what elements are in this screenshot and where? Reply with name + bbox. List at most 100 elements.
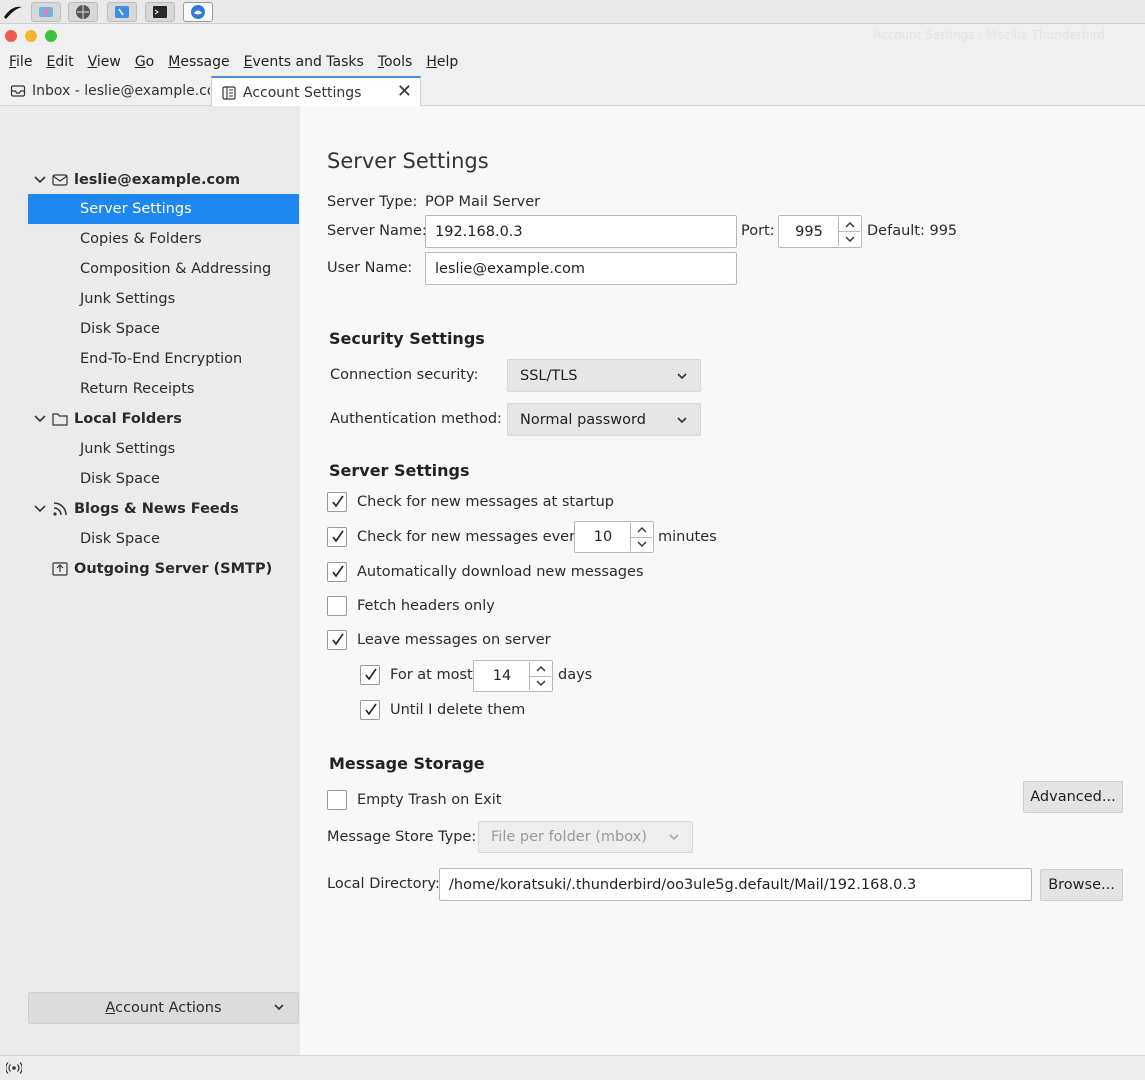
- close-window-button[interactable]: [5, 30, 17, 42]
- chevron-down-icon[interactable]: [631, 538, 652, 552]
- server-type-value: POP Mail Server: [425, 194, 541, 210]
- auth-method-select[interactable]: Normal password: [507, 403, 701, 436]
- close-tab-icon[interactable]: ✕: [397, 83, 412, 101]
- tree-item-label: Junk Settings: [80, 441, 176, 457]
- taskbar-app-files[interactable]: [107, 2, 137, 22]
- port-label: Port:: [741, 223, 775, 239]
- tree-item-return-receipts[interactable]: Return Receipts: [28, 374, 299, 404]
- until-delete-checkbox[interactable]: [360, 700, 380, 720]
- menu-view[interactable]: View: [81, 54, 128, 70]
- menu-events-and-tasks[interactable]: Events and Tasks: [237, 54, 371, 70]
- menu-go[interactable]: Go: [128, 54, 161, 70]
- tree-item-server-settings[interactable]: Server Settings: [28, 194, 299, 224]
- check-every-label: Check for new messages every: [357, 529, 584, 545]
- chevron-down-icon[interactable]: [32, 172, 48, 188]
- user-name-label: User Name:: [327, 260, 413, 276]
- globe-icon: [76, 5, 90, 19]
- tree-item-disk-space[interactable]: Disk Space: [28, 314, 299, 344]
- settings-page-icon: [222, 85, 236, 100]
- tree-item-composition[interactable]: Composition & Addressing: [28, 254, 299, 284]
- tree-item-local-disk-space[interactable]: Disk Space: [28, 464, 299, 494]
- server-type-label: Server Type:: [327, 194, 418, 210]
- tree-item-label: Server Settings: [80, 201, 192, 217]
- chevron-up-icon[interactable]: [530, 662, 551, 677]
- chevron-down-icon[interactable]: [32, 501, 48, 517]
- for-at-most-checkbox[interactable]: [360, 665, 380, 685]
- server-name-input[interactable]: 192.168.0.3: [425, 215, 737, 248]
- chevron-up-icon[interactable]: [839, 217, 860, 232]
- checkmark-icon: [332, 633, 344, 646]
- thunderbird-icon: [191, 5, 205, 19]
- maximize-window-button[interactable]: [45, 30, 57, 42]
- chevron-down-icon[interactable]: [839, 232, 860, 246]
- tree-item-local-junk[interactable]: Junk Settings: [28, 434, 299, 464]
- check-startup-label: Check for new messages at startup: [357, 494, 615, 510]
- taskbar-app-terminal[interactable]: [145, 2, 175, 22]
- checkmark-icon: [332, 495, 344, 508]
- store-type-select: File per folder (mbox): [478, 821, 693, 853]
- empty-trash-checkbox[interactable]: [327, 790, 347, 810]
- page-title: Server Settings: [327, 149, 489, 173]
- fetch-headers-label: Fetch headers only: [357, 598, 495, 614]
- chevron-up-icon[interactable]: [631, 523, 652, 538]
- tab-account-settings[interactable]: Account Settings ✕: [211, 76, 421, 107]
- leave-on-server-checkbox[interactable]: [327, 630, 347, 650]
- fetch-headers-checkbox[interactable]: [327, 596, 347, 616]
- for-at-most-label: For at most: [390, 667, 473, 683]
- port-stepper[interactable]: 995: [778, 215, 862, 248]
- taskbar-app-thunderbird[interactable]: [183, 2, 213, 22]
- tree-account-leslie[interactable]: leslie@example.com: [28, 165, 299, 195]
- tree-feeds[interactable]: Blogs & News Feeds: [28, 494, 299, 524]
- menu-file[interactable]: File: [2, 54, 39, 70]
- tree-local-folders[interactable]: Local Folders: [28, 404, 299, 434]
- account-actions-label: Account Actions: [105, 1000, 222, 1016]
- tree-item-e2e-encryption[interactable]: End-To-End Encryption: [28, 344, 299, 374]
- minimize-window-button[interactable]: [25, 30, 37, 42]
- menu-message[interactable]: Message: [161, 54, 236, 70]
- tree-item-junk-settings[interactable]: Junk Settings: [28, 284, 299, 314]
- auto-download-checkbox[interactable]: [327, 562, 347, 582]
- online-status-icon[interactable]: [6, 1061, 22, 1075]
- connection-security-select[interactable]: SSL/TLS: [507, 359, 701, 392]
- launcher-icon[interactable]: [2, 3, 24, 21]
- taskbar-app-1[interactable]: [31, 2, 61, 22]
- checkmark-icon: [365, 703, 377, 716]
- tree-item-feeds-disk-space[interactable]: Disk Space: [28, 524, 299, 554]
- tab-inbox[interactable]: Inbox - leslie@example.com: [0, 76, 210, 106]
- tree-feeds-label: Blogs & News Feeds: [74, 501, 239, 517]
- check-interval-stepper[interactable]: 10: [574, 521, 654, 553]
- chevron-down-icon[interactable]: [530, 677, 551, 691]
- tree-outgoing-server[interactable]: Outgoing Server (SMTP): [28, 554, 299, 584]
- auto-download-label: Automatically download new messages: [357, 564, 644, 580]
- chevron-down-icon[interactable]: [32, 411, 48, 427]
- tab-account-settings-label: Account Settings: [243, 84, 362, 101]
- server-name-label: Server Name:: [327, 223, 427, 239]
- port-value: 995: [795, 223, 823, 240]
- tree-item-label: Composition & Addressing: [80, 261, 272, 277]
- outgoing-server-icon: [52, 562, 68, 576]
- terminal-icon: [153, 6, 167, 18]
- days-stepper[interactable]: 14: [473, 660, 553, 692]
- check-startup-checkbox[interactable]: [327, 492, 347, 512]
- account-actions-button[interactable]: Account Actions: [28, 992, 299, 1024]
- tree-outgoing-server-label: Outgoing Server (SMTP): [74, 561, 273, 577]
- checkmark-icon: [332, 530, 344, 543]
- menu-tools[interactable]: Tools: [371, 54, 420, 70]
- browse-button[interactable]: Browse...: [1040, 869, 1123, 901]
- days-value: 14: [492, 668, 512, 684]
- tree-item-label: Copies & Folders: [80, 231, 202, 247]
- server-settings-pane: Server Settings Server Type: POP Mail Se…: [300, 106, 1145, 1055]
- checkmark-icon: [365, 668, 377, 681]
- security-settings-heading: Security Settings: [329, 329, 485, 348]
- menu-help[interactable]: Help: [419, 54, 465, 70]
- check-every-checkbox[interactable]: [327, 527, 347, 547]
- tree-item-label: Disk Space: [80, 321, 160, 337]
- taskbar-app-globe[interactable]: [68, 2, 98, 22]
- advanced-button[interactable]: Advanced...: [1023, 781, 1123, 813]
- status-bar: [0, 1055, 1145, 1080]
- menu-edit[interactable]: Edit: [39, 54, 80, 70]
- local-directory-input[interactable]: /home/koratsuki/.thunderbird/oo3ule5g.de…: [439, 868, 1032, 901]
- tree-item-label: Return Receipts: [80, 381, 195, 397]
- user-name-input[interactable]: leslie@example.com: [425, 252, 737, 285]
- tree-item-copies-folders[interactable]: Copies & Folders: [28, 224, 299, 254]
